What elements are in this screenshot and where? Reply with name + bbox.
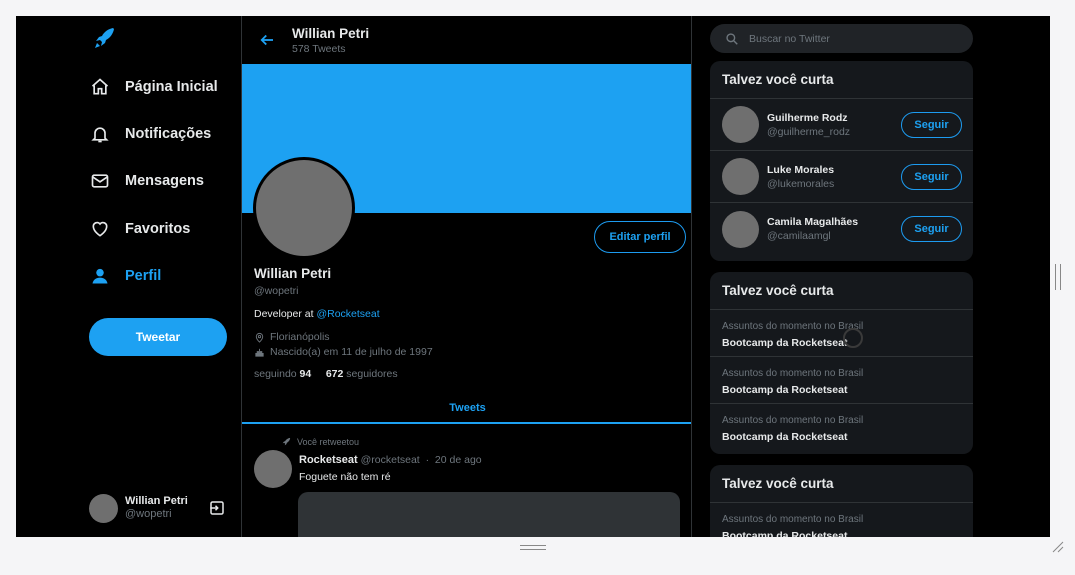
follow-button[interactable]: Seguir xyxy=(901,216,962,242)
heart-icon xyxy=(92,221,108,237)
avatar xyxy=(722,106,759,143)
user-name: Luke Morales xyxy=(767,163,835,176)
user-name: Camila Magalhães xyxy=(767,216,859,228)
birthday-text: Nascido(a) em 11 de julho de 1997 xyxy=(270,346,433,358)
card-title: Talvez você curta xyxy=(710,61,973,99)
trend-topic: Bootcamp da Rocketseat xyxy=(722,384,848,396)
nav-item-profile[interactable]: Perfil xyxy=(90,261,161,291)
person-icon xyxy=(92,268,108,284)
nav-item-label: Perfil xyxy=(125,268,162,284)
nav-item-favorites[interactable]: Favoritos xyxy=(90,214,190,244)
following-count[interactable]: 94 xyxy=(300,368,312,380)
nav-item-label: Favoritos xyxy=(125,221,191,237)
tweet-avatar[interactable] xyxy=(254,450,292,488)
follow-button[interactable]: Seguir xyxy=(901,163,962,190)
trend-item[interactable]: Assuntos do momento no Brasil Bootcamp d… xyxy=(710,503,973,537)
avatar xyxy=(722,210,759,248)
trends-card: Talvez você curta Assuntos do momento no… xyxy=(710,465,973,537)
tweet-button[interactable]: Tweetar xyxy=(89,318,227,356)
profile-location: Florianópolis xyxy=(254,331,330,343)
following-label: seguindo xyxy=(254,368,297,380)
list-item[interactable]: Guilherme Rodz @guilherme_rodz Seguir xyxy=(710,99,973,151)
tweet-text: Foguete não tem ré xyxy=(299,471,391,483)
search-input[interactable]: Buscar no Twitter xyxy=(710,24,973,53)
trend-context: Assuntos do momento no Brasil xyxy=(722,415,864,426)
user-handle: @camilaamgl xyxy=(767,230,831,242)
bio-text: Developer at xyxy=(254,308,317,320)
follow-stats: seguindo 94 672 seguidores xyxy=(254,368,398,380)
app-window: Página Inicial Notificações Mensagens Fa… xyxy=(16,16,1050,537)
account-handle: @wopetri xyxy=(125,508,172,520)
tweet-separator: · xyxy=(425,454,430,466)
mail-icon xyxy=(91,174,109,188)
card-title: Talvez você curta xyxy=(710,465,973,503)
list-item[interactable]: Camila Magalhães @camilaamgl Seguir xyxy=(710,203,973,255)
profile-name: Willian Petri xyxy=(254,266,332,281)
vertical-resize-handle[interactable] xyxy=(1055,264,1061,290)
search-icon xyxy=(726,32,738,45)
retweet-label: Você retweetou xyxy=(297,437,360,447)
profile-avatar[interactable] xyxy=(253,157,355,259)
trend-topic: Bootcamp da Rocketseat xyxy=(722,337,848,349)
profile-column: Willian Petri 578 Tweets Editar perfil W… xyxy=(241,16,692,537)
right-sidebar: Buscar no Twitter Talvez você curta Guil… xyxy=(709,16,973,537)
back-arrow-icon[interactable] xyxy=(258,31,276,49)
logout-icon[interactable] xyxy=(208,499,226,517)
trend-item[interactable]: Assuntos do momento no Brasil Bootcamp d… xyxy=(710,310,973,357)
trend-item[interactable]: Assuntos do momento no Brasil Bootcamp d… xyxy=(710,357,973,404)
user-handle: @guilherme_rodz xyxy=(767,125,851,138)
nav-item-home[interactable]: Página Inicial xyxy=(90,72,218,102)
header-name: Willian Petri xyxy=(292,25,370,41)
follow-button[interactable]: Seguir xyxy=(901,111,962,138)
tweet-header: Rocketseat @rocketseat · 20 de ago xyxy=(299,454,482,466)
avatar xyxy=(722,158,759,195)
nav-item-notifications[interactable]: Notificações xyxy=(90,119,211,149)
card-title: Talvez você curta xyxy=(710,272,973,310)
resize-corner-icon[interactable] xyxy=(1052,541,1064,553)
tab-tweets[interactable]: Tweets xyxy=(242,394,691,424)
header-tweet-count: 578 Tweets xyxy=(292,42,346,55)
trends-card: Talvez você curta Assuntos do momento no… xyxy=(710,272,973,454)
user-name: Guilherme Rodz xyxy=(767,111,848,124)
home-icon xyxy=(91,78,109,95)
avatar xyxy=(89,493,118,523)
location-pin-icon xyxy=(255,332,264,343)
list-item[interactable]: Luke Morales @lukemorales Seguir xyxy=(710,151,973,203)
trend-topic: Bootcamp da Rocketseat xyxy=(722,431,848,443)
nav-item-label: Mensagens xyxy=(125,173,204,189)
trend-context: Assuntos do momento no Brasil xyxy=(722,368,864,379)
followers-label: seguidores xyxy=(346,368,398,380)
trend-item[interactable]: Assuntos do momento no Brasil Bootcamp d… xyxy=(710,404,973,451)
sidebar-nav: Página Inicial Notificações Mensagens Fa… xyxy=(16,16,242,537)
rocket-logo-icon[interactable] xyxy=(92,26,116,50)
user-handle: @lukemorales xyxy=(767,177,835,190)
nav-item-messages[interactable]: Mensagens xyxy=(90,166,204,196)
bio-link[interactable]: @Rocketseat xyxy=(316,308,379,320)
bell-icon xyxy=(91,127,109,143)
nav-item-label: Notificações xyxy=(125,126,212,142)
profile-birthday: Nascido(a) em 11 de julho de 1997 xyxy=(254,346,433,358)
tweet-date[interactable]: 20 de ago xyxy=(435,454,482,466)
account-name: Willian Petri xyxy=(125,495,188,507)
followers-count[interactable]: 672 xyxy=(326,368,344,380)
tweet-handle: @rocketseat xyxy=(360,454,420,466)
nav-item-label: Página Inicial xyxy=(125,79,218,95)
trend-context: Assuntos do momento no Brasil xyxy=(722,321,864,332)
horizontal-resize-handle[interactable] xyxy=(520,545,546,550)
search-placeholder: Buscar no Twitter xyxy=(749,32,830,45)
profile-bio: Developer at @Rocketseat xyxy=(254,308,380,320)
edit-profile-button[interactable]: Editar perfil xyxy=(594,221,686,253)
trend-topic: Bootcamp da Rocketseat xyxy=(722,530,848,537)
location-text: Florianópolis xyxy=(270,331,330,343)
profile-handle: @wopetri xyxy=(254,285,299,297)
retweet-indicator: Você retweetou xyxy=(281,437,359,447)
profile-header: Willian Petri 578 Tweets xyxy=(242,16,691,64)
trend-context: Assuntos do momento no Brasil xyxy=(722,514,864,525)
who-to-follow-card: Talvez você curta Guilherme Rodz @guilhe… xyxy=(710,61,973,261)
tweet-author[interactable]: Rocketseat xyxy=(299,454,358,466)
cursor-indicator xyxy=(843,328,863,348)
rocket-icon xyxy=(282,437,291,446)
cake-icon xyxy=(255,348,264,357)
tweet-media[interactable] xyxy=(298,492,680,537)
